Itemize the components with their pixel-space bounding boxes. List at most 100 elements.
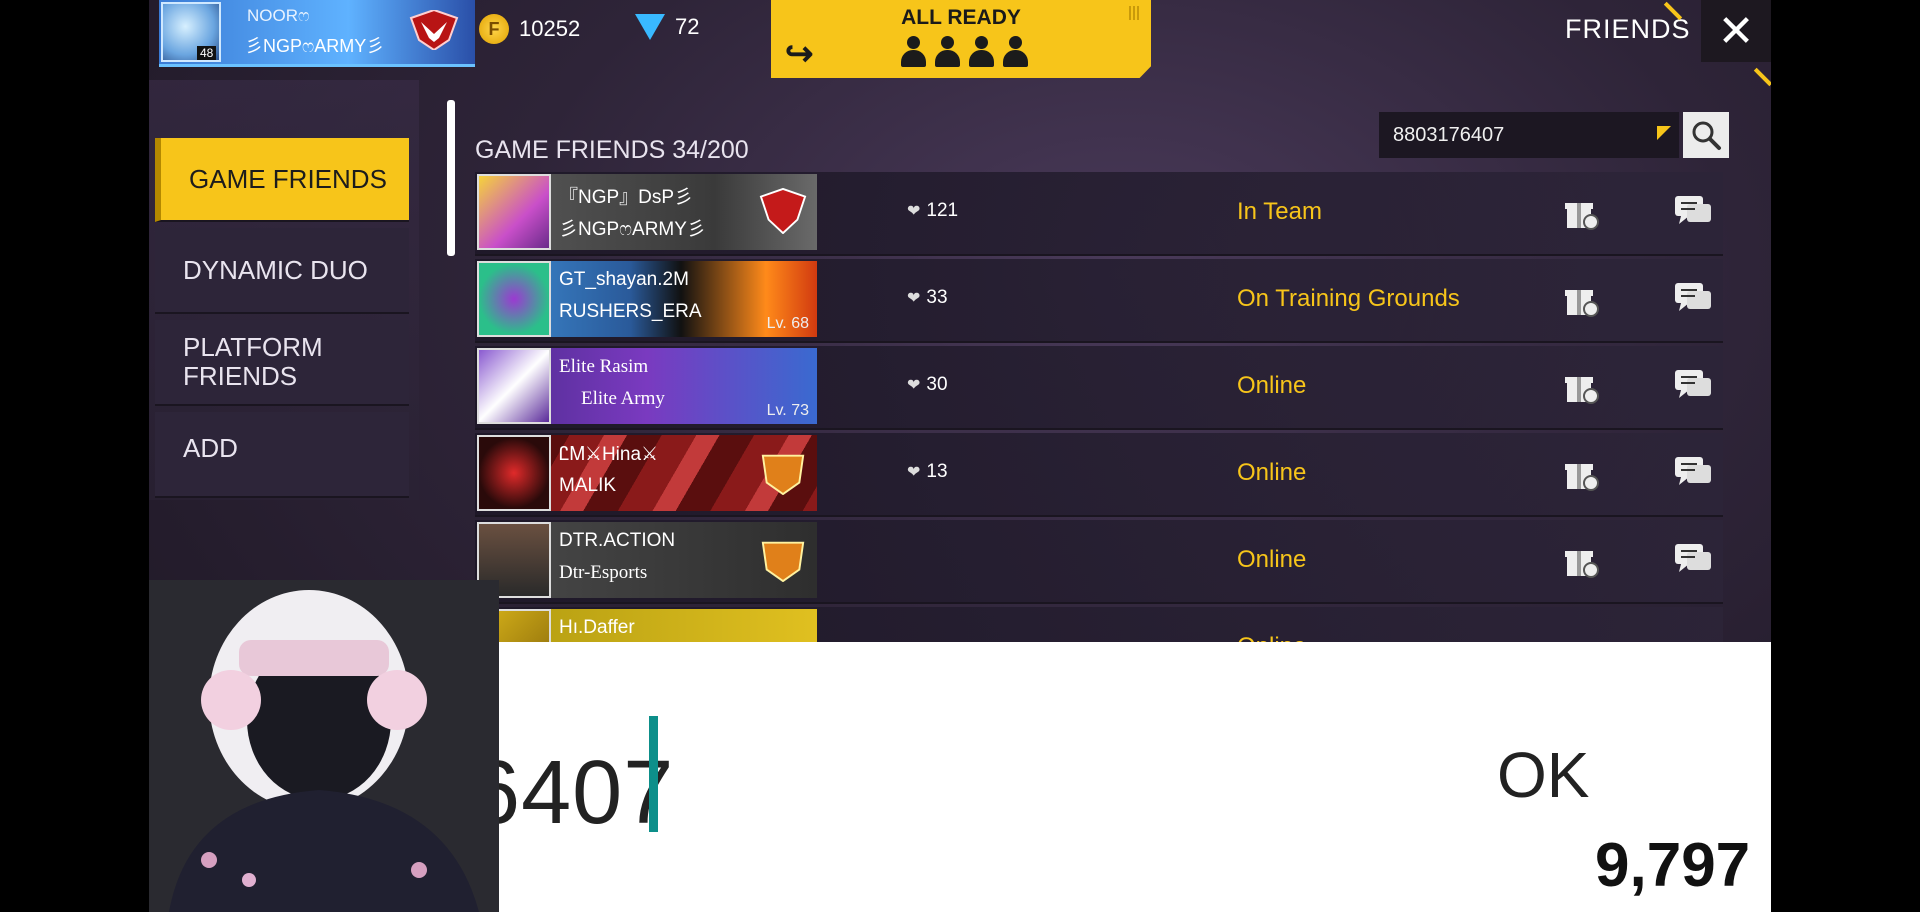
heart-icon: ❤ xyxy=(907,464,921,481)
player-level: 48 xyxy=(197,46,217,60)
friend-likes: ❤ 30 xyxy=(907,374,948,396)
all-ready-button[interactable]: ALL READY ↪ xyxy=(771,0,1151,78)
ok-button[interactable]: OK xyxy=(1497,738,1589,812)
search-value: 8803176407 xyxy=(1393,124,1505,146)
search-input[interactable]: 8803176407 xyxy=(1379,112,1679,158)
friend-guild: MALIK xyxy=(559,475,617,496)
tab-dynamic-duo[interactable]: DYNAMIC DUO xyxy=(155,228,409,314)
friend-likes: ❤ 33 xyxy=(907,287,948,309)
return-arrow-icon: ↪ xyxy=(785,35,814,73)
friend-row[interactable]: 『NGP』DsP彡 彡NGPෆARMY彡 ❤ 121 In Team xyxy=(475,172,1723,256)
chat-icon[interactable] xyxy=(1673,281,1713,317)
friends-count-title: GAME FRIENDS 34/200 xyxy=(475,136,749,164)
all-ready-label: ALL READY xyxy=(901,6,1021,29)
gift-icon[interactable] xyxy=(1563,194,1599,230)
guild-emblem-icon xyxy=(759,188,807,234)
teammate-icon xyxy=(1001,36,1029,68)
coin-amount: 10252 xyxy=(519,16,581,41)
coin-icon: F xyxy=(479,14,509,44)
tab-label: DYNAMIC DUO xyxy=(183,254,368,285)
friend-avatar xyxy=(477,348,551,424)
tab-label: GAME FRIENDS xyxy=(189,163,387,194)
diamond-amount: 72 xyxy=(675,14,700,39)
heart-icon: ❤ xyxy=(907,203,921,220)
tab-add[interactable]: ADD xyxy=(155,412,409,498)
friend-status: In Team xyxy=(1237,198,1322,225)
friend-status: On Training Grounds xyxy=(1237,285,1460,312)
guild-emblem-icon xyxy=(761,541,805,582)
gift-icon[interactable] xyxy=(1563,542,1599,578)
friend-guild: Dtr-Esports xyxy=(559,562,648,583)
friend-guild: RUSHERS_ERA xyxy=(559,301,702,322)
friend-name: DTR.ACTION xyxy=(559,530,676,551)
tab-platform-friends[interactable]: PLATFORM FRIENDS xyxy=(155,320,409,406)
friend-guild: 彡NGPෆARMY彡 xyxy=(559,219,706,240)
friend-banner: ᏝᎷ⚔Hina⚔ MALIK xyxy=(477,435,817,511)
likes-count: 121 xyxy=(926,200,959,221)
friend-name: Elite Rasim xyxy=(559,356,649,377)
chat-icon[interactable] xyxy=(1673,455,1713,491)
friend-name: ᏝᎷ⚔Hina⚔ xyxy=(559,444,659,465)
gift-icon[interactable] xyxy=(1563,455,1599,491)
friend-banner: 『NGP』DsP彡 彡NGPෆARMY彡 xyxy=(477,174,817,250)
friend-status: Online xyxy=(1237,546,1307,573)
friend-avatar xyxy=(477,261,551,337)
coin-balance: F 10252 xyxy=(479,14,580,44)
likes-count: 13 xyxy=(926,461,948,482)
grip-handle-icon xyxy=(1129,6,1139,20)
friend-likes: ❤ 13 xyxy=(907,461,948,483)
gift-icon[interactable] xyxy=(1563,281,1599,317)
friend-banner: Elite Rasim Elite Army Lv. 73 xyxy=(477,348,817,424)
teammate-icon xyxy=(967,36,995,68)
likes-count: 30 xyxy=(926,374,948,395)
search-icon xyxy=(1692,121,1721,150)
friend-row[interactable]: GT_shayan.2M RUSHERS_ERA Lv. 68 ❤ 33 On T… xyxy=(475,259,1723,343)
webcam-overlay xyxy=(149,580,499,912)
tab-label: PLATFORM FRIENDS xyxy=(183,332,323,391)
diamond-icon xyxy=(635,14,665,40)
gift-icon[interactable] xyxy=(1563,368,1599,404)
tab-game-friends[interactable]: GAME FRIENDS xyxy=(155,138,409,222)
player-name: NOORෆ xyxy=(247,6,310,25)
friend-avatar xyxy=(477,174,551,250)
friend-name: GT_shayan.2M xyxy=(559,269,689,290)
close-icon: ✕ xyxy=(1717,6,1755,56)
friend-status: Online xyxy=(1237,459,1307,486)
chat-icon[interactable] xyxy=(1673,368,1713,404)
friend-level: Lv. 73 xyxy=(766,402,809,419)
caret-icon xyxy=(1657,126,1671,140)
heart-icon: ❤ xyxy=(907,377,921,394)
friend-banner: GT_shayan.2M RUSHERS_ERA Lv. 68 xyxy=(477,261,817,337)
list-scrollbar[interactable] xyxy=(447,100,455,256)
search-button[interactable] xyxy=(1683,112,1729,158)
diamond-balance: 72 xyxy=(635,14,699,40)
friend-name: 『NGP』DsP彡 xyxy=(559,187,694,208)
friend-status: Online xyxy=(1237,372,1307,399)
tab-label: ADD xyxy=(183,433,238,463)
page-title: FRIENDS xyxy=(1565,14,1691,44)
player-guild: 彡NGPෆARMY彡 xyxy=(245,36,385,56)
close-button[interactable]: ✕ xyxy=(1701,0,1771,62)
friend-name: Hı.Daffer xyxy=(559,617,635,638)
friend-row[interactable]: Elite Rasim Elite Army Lv. 73 ❤ 30 Online xyxy=(475,346,1723,430)
corner-accent xyxy=(1753,67,1771,87)
guild-emblem-icon xyxy=(409,10,459,50)
friend-row[interactable]: ᏝᎷ⚔Hina⚔ MALIK ❤ 13 Online xyxy=(475,433,1723,517)
teammate-icon xyxy=(899,36,927,68)
guild-emblem-icon xyxy=(761,454,805,495)
game-screen: 48 NOORෆ 彡NGPෆARMY彡 F 10252 72 ALL READY… xyxy=(149,0,1771,912)
team-slots xyxy=(899,36,1029,68)
teammate-icon xyxy=(933,36,961,68)
friend-avatar xyxy=(477,435,551,511)
player-profile-card[interactable]: 48 NOORෆ 彡NGPෆARMY彡 xyxy=(159,0,475,67)
friend-guild: Elite Army xyxy=(581,388,665,409)
chat-icon[interactable] xyxy=(1673,194,1713,230)
heart-icon: ❤ xyxy=(907,290,921,307)
overlay-count: 9,797 xyxy=(1595,831,1751,900)
text-cursor xyxy=(649,716,658,832)
likes-count: 33 xyxy=(926,287,948,308)
chat-icon[interactable] xyxy=(1673,542,1713,578)
friend-row[interactable]: DTR.ACTION Dtr-Esports Online xyxy=(475,520,1723,604)
friend-level: Lv. 68 xyxy=(766,315,809,332)
friend-likes: ❤ 121 xyxy=(907,200,958,222)
